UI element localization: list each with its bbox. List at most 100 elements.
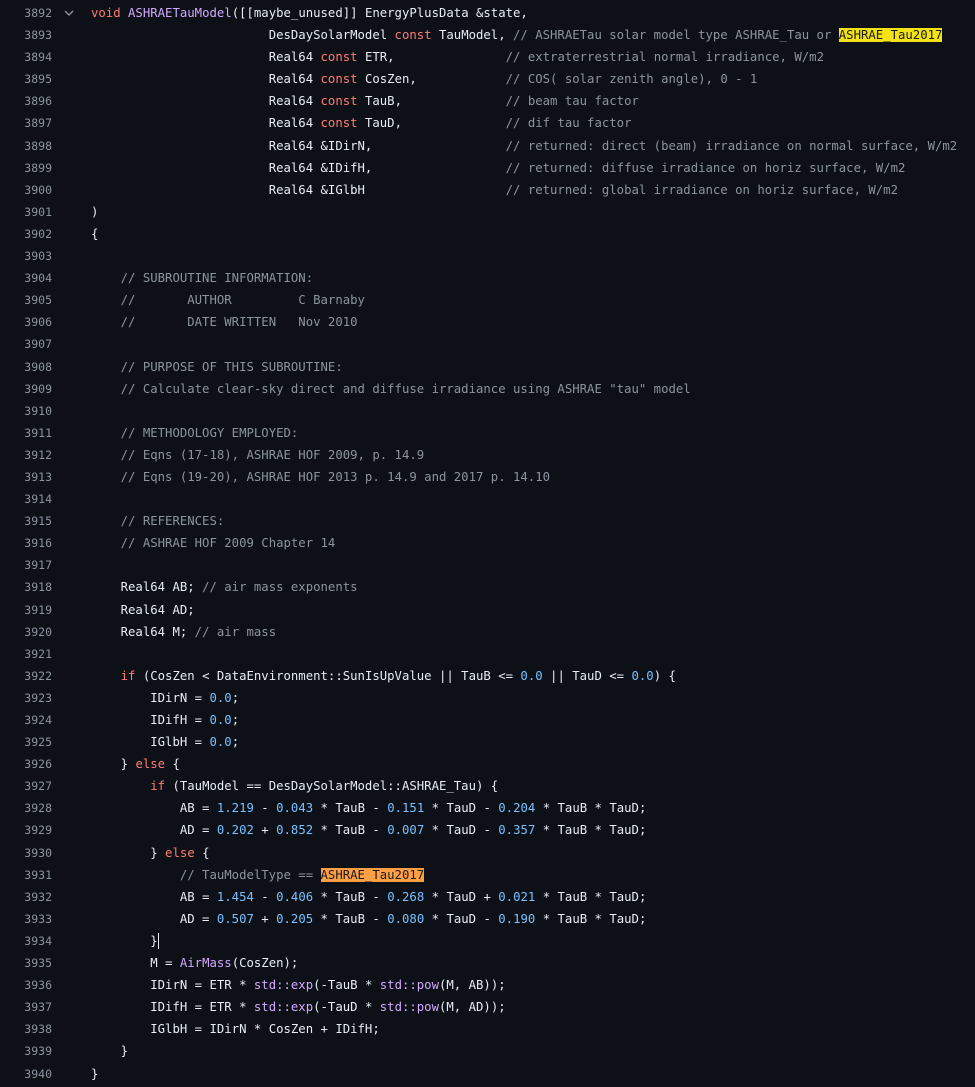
line-number: 3932: [24, 889, 52, 904]
code-comment: // extraterrestrial normal irradiance, W…: [505, 50, 824, 65]
code-token: (M, AD));: [439, 1000, 506, 1015]
code-line[interactable]: 3909 // Calculate clear-sky direct and d…: [0, 378, 975, 400]
code-line[interactable]: 3917: [0, 554, 975, 576]
code-number: 0.0: [520, 668, 543, 683]
line-number: 3923: [24, 690, 52, 705]
line-number: 3909: [24, 381, 52, 396]
code-line[interactable]: 3931 // TauModelType == ASHRAE_Tau2017: [0, 864, 975, 886]
code-token: {: [91, 226, 99, 241]
code-text: // REFERENCES:: [91, 510, 225, 532]
code-text: ): [91, 201, 98, 223]
code-line[interactable]: 3918 Real64 AB; // air mass exponents: [0, 576, 975, 598]
code-line[interactable]: 3895 Real64 const CosZen, // COS( solar …: [0, 68, 975, 90]
code-line[interactable]: 3934 }: [0, 930, 975, 952]
code-line[interactable]: 3893 DesDaySolarModel const TauModel, //…: [0, 24, 975, 46]
code-line[interactable]: 3923 IDirN = 0.0;: [0, 687, 975, 709]
line-number: 3939: [24, 1044, 52, 1059]
code-token: -: [253, 889, 277, 904]
search-highlight: ASHRAE_Tau2017: [320, 867, 425, 882]
code-line[interactable]: 3905 // AUTHOR C Barnaby: [0, 289, 975, 311]
code-line[interactable]: 3908 // PURPOSE OF THIS SUBROUTINE:: [0, 356, 975, 378]
code-line[interactable]: 3933 AD = 0.507 + 0.205 * TauB - 0.080 *…: [0, 908, 975, 930]
code-line[interactable]: 3910: [0, 400, 975, 422]
code-line[interactable]: 3904 // SUBROUTINE INFORMATION:: [0, 267, 975, 289]
code-text: IDirN = ETR * std::exp(-TauB * std::pow(…: [91, 974, 506, 996]
code-line[interactable]: 3898 Real64 &IDirN, // returned: direct …: [0, 135, 975, 157]
code-line[interactable]: 3921: [0, 643, 975, 665]
code-number: 0.080: [387, 911, 425, 926]
code-line[interactable]: 3916 // ASHRAE HOF 2009 Chapter 14: [0, 532, 975, 554]
code-line[interactable]: 3924 IDifH = 0.0;: [0, 709, 975, 731]
code-text: // Eqns (17-18), ASHRAE HOF 2009, p. 14.…: [91, 444, 425, 466]
code-text: if (CosZen < DataEnvironment::SunIsUpVal…: [91, 665, 676, 687]
code-keyword: const: [320, 72, 358, 87]
code-line[interactable]: 3937 IDifH = ETR * std::exp(-TauD * std:…: [0, 996, 975, 1018]
code-line[interactable]: 3926 } else {: [0, 753, 975, 775]
code-token: ;: [231, 690, 240, 705]
line-number: 3895: [24, 72, 52, 87]
code-line[interactable]: 3920 Real64 M; // air mass: [0, 621, 975, 643]
code-line[interactable]: 3912 // Eqns (17-18), ASHRAE HOF 2009, p…: [0, 444, 975, 466]
code-line[interactable]: 3900 Real64 &IGlbH // returned: global i…: [0, 179, 975, 201]
code-line[interactable]: 3938 IGlbH = IDirN * CosZen + IDifH;: [0, 1018, 975, 1040]
code-line[interactable]: 3936 IDirN = ETR * std::exp(-TauB * std:…: [0, 974, 975, 996]
code-line[interactable]: 3901): [0, 201, 975, 223]
code-editor[interactable]: 3892 void ASHRAETauModel([[maybe_unused]]…: [0, 0, 975, 1087]
fold-chevron-icon[interactable]: [62, 2, 76, 24]
code-text: {: [91, 223, 98, 245]
line-number: 3907: [24, 337, 52, 352]
code-line[interactable]: 3940}: [0, 1063, 975, 1085]
code-line[interactable]: 3894 Real64 const ETR, // extraterrestri…: [0, 46, 975, 68]
code-line[interactable]: 3892 void ASHRAETauModel([[maybe_unused]]…: [0, 2, 975, 24]
line-number: 3940: [24, 1066, 52, 1081]
code-line[interactable]: 3939 }: [0, 1040, 975, 1062]
code-line[interactable]: 3897 Real64 const TauD, // dif tau facto…: [0, 112, 975, 134]
code-text: AD = 0.507 + 0.205 * TauB - 0.080 * TauD…: [91, 908, 647, 930]
code-line[interactable]: 3919 Real64 AD;: [0, 599, 975, 621]
code-line[interactable]: 3935 M = AirMass(CosZen);: [0, 952, 975, 974]
line-number: 3924: [24, 713, 52, 727]
code-token: IGlbH =: [150, 735, 210, 750]
code-line[interactable]: 3929 AD = 0.202 + 0.852 * TauB - 0.007 *…: [0, 819, 975, 841]
line-number: 3922: [24, 668, 52, 683]
code-line[interactable]: 3928 AB = 1.219 - 0.043 * TauB - 0.151 *…: [0, 797, 975, 819]
code-line[interactable]: 3913 // Eqns (19-20), ASHRAE HOF 2013 p.…: [0, 466, 975, 488]
code-keyword: const: [320, 50, 358, 65]
code-text: IDifH = 0.0;: [91, 709, 239, 731]
code-line[interactable]: 3922 if (CosZen < DataEnvironment::SunIs…: [0, 665, 975, 687]
code-text: // SUBROUTINE INFORMATION:: [91, 267, 314, 289]
line-number: 3928: [24, 801, 52, 816]
code-text: Real64 &IDifH, // returned: diffuse irra…: [91, 157, 906, 179]
code-line[interactable]: 3927 if (TauModel == DesDaySolarModel::A…: [0, 775, 975, 797]
code-line[interactable]: 3911 // METHODOLOGY EMPLOYED:: [0, 422, 975, 444]
code-comment: // ASHRAE HOF 2009 Chapter 14: [120, 536, 336, 551]
code-line[interactable]: 3907: [0, 333, 975, 355]
code-token: TauB,: [357, 94, 506, 109]
code-token: * TauD -: [424, 801, 499, 816]
code-line[interactable]: 3902 {: [0, 223, 975, 245]
code-token: Real64: [268, 72, 321, 87]
code-line[interactable]: 3914: [0, 488, 975, 510]
code-text: void ASHRAETauModel([[maybe_unused]] Ene…: [91, 2, 528, 24]
code-line[interactable]: 3915 // REFERENCES:: [0, 510, 975, 532]
search-highlight: ASHRAE_Tau2017: [838, 28, 943, 43]
code-line[interactable]: 3896 Real64 const TauB, // beam tau fact…: [0, 90, 975, 112]
code-token: (M, AB));: [439, 978, 506, 993]
code-token: }: [120, 757, 136, 772]
code-line[interactable]: 3925 IGlbH = 0.0;: [0, 731, 975, 753]
code-number: 0.007: [387, 823, 425, 838]
code-line[interactable]: 3932 AB = 1.454 - 0.406 * TauB - 0.268 *…: [0, 886, 975, 908]
code-line[interactable]: 3930 } else {: [0, 842, 975, 864]
code-line[interactable]: 3903: [0, 245, 975, 267]
code-line[interactable]: 3906 // DATE WRITTEN Nov 2010: [0, 311, 975, 333]
code-line[interactable]: 3899 Real64 &IDifH, // returned: diffuse…: [0, 157, 975, 179]
